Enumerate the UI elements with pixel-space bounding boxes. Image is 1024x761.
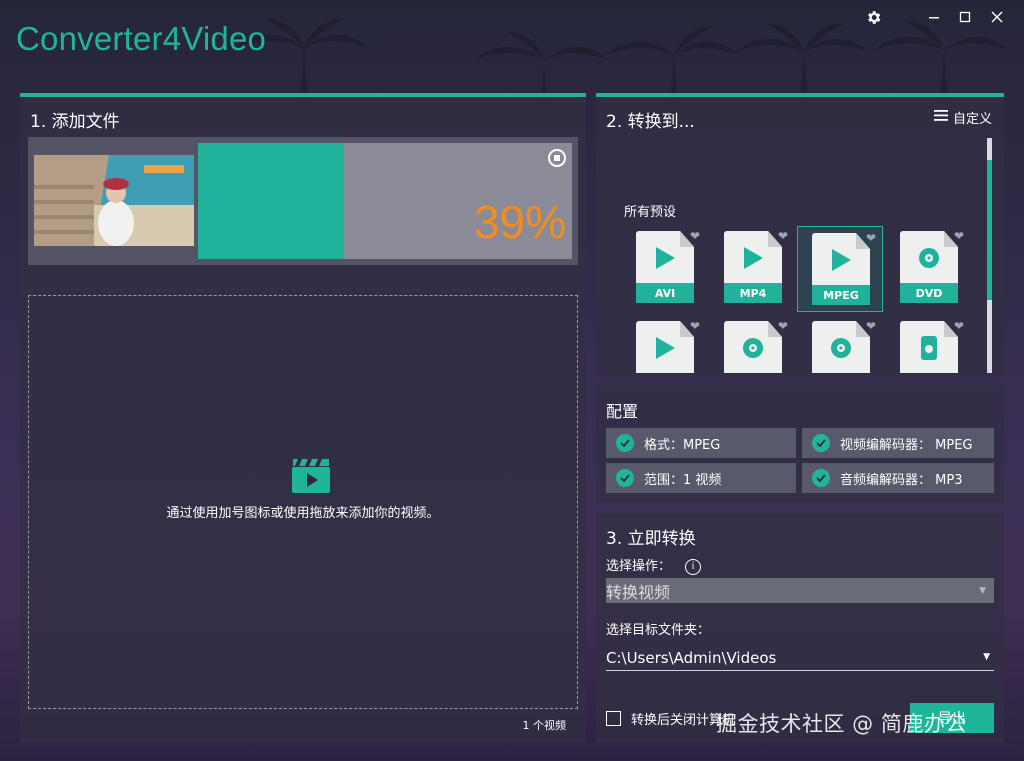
config-panel: 配置 格式：MPEG 视频编解码器： MPEG 范围：1 视频 音频编解码器： … (596, 386, 1004, 503)
scrollbar-thumb[interactable] (987, 160, 992, 300)
close-icon[interactable] (986, 6, 1008, 28)
preset-label: DVD (900, 283, 958, 303)
palm-tree-decoration (875, 21, 1008, 100)
check-icon (616, 434, 634, 452)
preset-label: MPEG (812, 285, 870, 305)
preset-label: AVI (636, 283, 694, 303)
play-icon (653, 335, 677, 365)
preset-video[interactable]: ❤ (622, 315, 706, 373)
preset-disc[interactable]: ❤ (710, 315, 794, 373)
preset-mp4[interactable]: MP4 ❤ (710, 225, 794, 309)
heart-icon[interactable]: ❤ (954, 229, 964, 243)
config-format: 格式：MPEG (606, 428, 796, 458)
heart-icon[interactable]: ❤ (690, 319, 700, 333)
check-icon (616, 469, 634, 487)
heart-icon[interactable]: ❤ (866, 319, 876, 333)
custom-button[interactable]: 自定义 (933, 108, 992, 127)
config-audio-codec: 音频编解码器： MP3 (802, 463, 994, 493)
preset-label: MP4 (724, 283, 782, 303)
chevron-down-icon: ▼ (983, 652, 990, 662)
accent-bar (596, 93, 1004, 97)
hamburger-icon (933, 110, 948, 125)
video-thumbnail (34, 155, 194, 246)
disc-icon (917, 245, 941, 275)
config-video-codec: 视频编解码器： MPEG (802, 428, 994, 458)
chevron-down-icon: ▼ (979, 586, 986, 596)
heart-icon[interactable]: ❤ (690, 229, 700, 243)
disc-icon (741, 335, 765, 365)
play-icon (653, 245, 677, 275)
preset-apple-device[interactable]: ❤ (886, 315, 970, 373)
check-icon (812, 434, 830, 452)
play-icon (741, 245, 765, 275)
action-select[interactable]: 转换视频 ▼ (606, 578, 994, 603)
file-item[interactable]: 39% (28, 137, 578, 265)
add-files-title: 1. 添加文件 (30, 112, 120, 132)
presets-label: 所有预设 (624, 205, 677, 220)
config-title: 配置 (606, 402, 639, 421)
add-files-panel: 1. 添加文件 39% 通过使用加号图标或使用拖放来添加你的视频。 1 个视频 (20, 93, 586, 743)
gear-icon[interactable] (862, 6, 884, 28)
conversion-progress: 39% (198, 143, 572, 259)
app-title: Converter4Video (16, 20, 267, 57)
config-range: 范围：1 视频 (606, 463, 796, 493)
folder-select[interactable]: C:\Users\Admin\Videos ▼ (606, 645, 994, 671)
clapperboard-icon (292, 459, 330, 497)
heart-icon[interactable]: ❤ (778, 229, 788, 243)
preset-dvd[interactable]: DVD ❤ (886, 225, 970, 309)
custom-label: 自定义 (952, 112, 992, 127)
progress-percent: 39% (473, 196, 566, 248)
watermark: 掘金技术社区 @ 简鹿办公 (716, 712, 967, 736)
heart-icon[interactable]: ❤ (778, 319, 788, 333)
progress-fill (198, 143, 344, 259)
folder-label: 选择目标文件夹： (606, 623, 711, 638)
video-count: 1 个视频 (522, 719, 567, 732)
convert-now-title: 3. 立即转换 (606, 529, 696, 549)
presets-scrollbar[interactable] (987, 138, 992, 373)
convert-to-panel: 2. 转换到... 自定义 所有预设 AVI ❤ MP4 ❤ MPEG ❤ DV… (596, 93, 1004, 378)
maximize-icon[interactable] (954, 6, 976, 28)
disc-icon (829, 335, 853, 365)
minimize-icon[interactable] (923, 6, 945, 28)
drop-instructions: 通过使用加号图标或使用拖放来添加你的视频。 (166, 506, 440, 521)
heart-icon[interactable]: ❤ (866, 231, 876, 245)
checkbox-box[interactable] (606, 711, 621, 726)
drop-zone[interactable]: 通过使用加号图标或使用拖放来添加你的视频。 (28, 295, 578, 709)
folder-value: C:\Users\Admin\Videos (606, 648, 777, 667)
action-label: 选择操作： i (606, 555, 702, 575)
check-icon (812, 469, 830, 487)
stop-icon[interactable] (548, 149, 566, 167)
convert-to-title: 2. 转换到... (606, 112, 695, 132)
accent-bar (20, 93, 586, 97)
preset-disc[interactable]: ❤ (798, 315, 882, 373)
preset-mpeg[interactable]: MPEG ❤ (797, 226, 883, 312)
palm-tree-decoration (735, 23, 868, 102)
preset-avi[interactable]: AVI ❤ (622, 225, 706, 309)
action-value: 转换视频 (606, 582, 671, 602)
heart-icon[interactable]: ❤ (954, 319, 964, 333)
apple-device-icon (917, 335, 941, 365)
play-icon (829, 247, 853, 277)
info-icon[interactable]: i (685, 558, 702, 575)
